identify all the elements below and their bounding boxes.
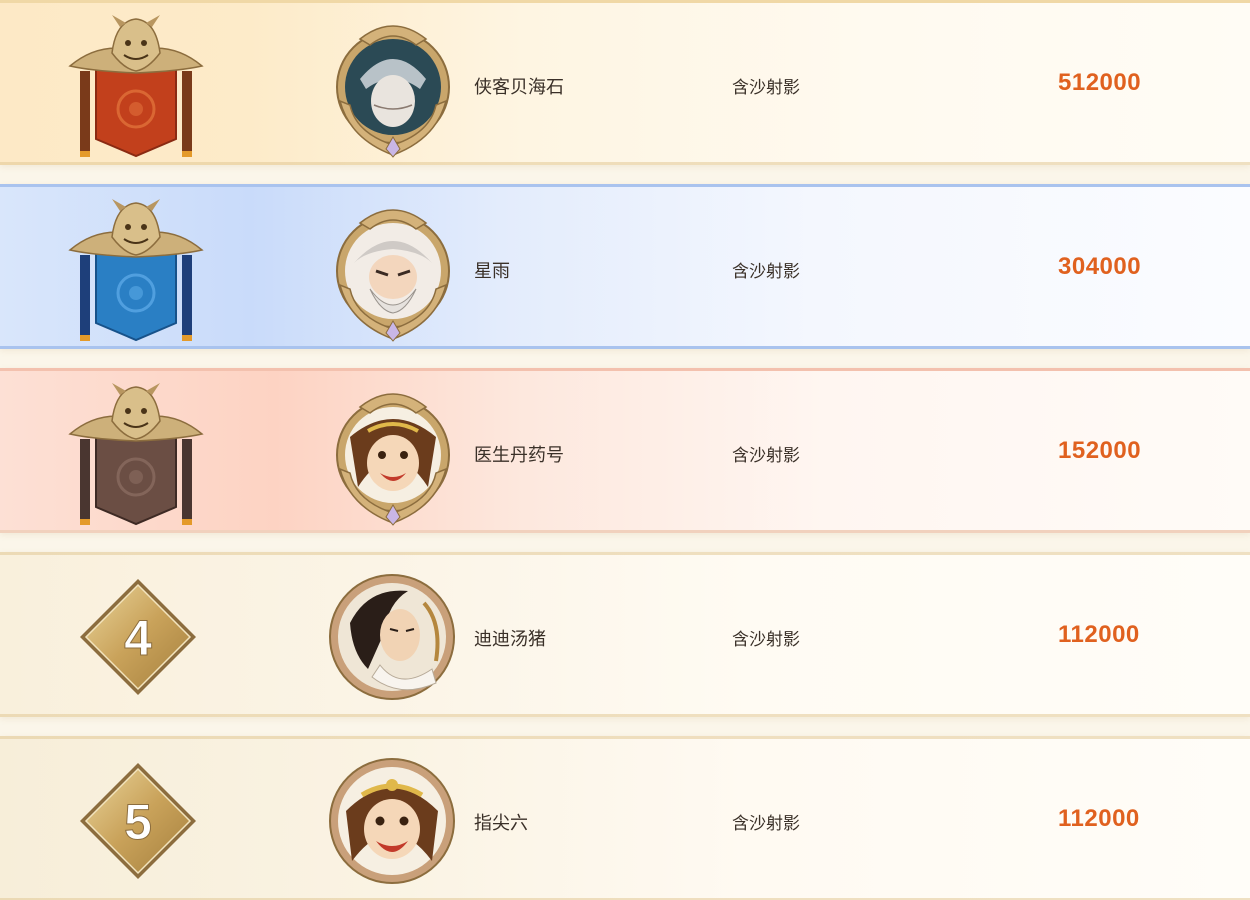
dragon-banner-brown-icon xyxy=(68,383,204,526)
player-name: 星雨 xyxy=(474,261,510,282)
player-score: 152000 xyxy=(1058,437,1142,464)
player-name: 迪迪汤猪 xyxy=(474,629,546,650)
player-score: 112000 xyxy=(1058,805,1140,832)
leaderboard: 侠客贝海石 含沙射影 512000 星雨 含沙射影 304000 医生丹药号 含… xyxy=(0,0,1250,900)
player-score: 112000 xyxy=(1058,621,1140,648)
player-score: 304000 xyxy=(1058,253,1142,280)
player-name: 指尖六 xyxy=(474,813,528,834)
rank-diamond-icon: 4 xyxy=(80,579,196,695)
dragon-banner-red-icon xyxy=(68,15,204,158)
leaderboard-row-1: 侠客贝海石 含沙射影 512000 xyxy=(0,0,1250,165)
leaderboard-row-2: 星雨 含沙射影 304000 xyxy=(0,184,1250,349)
server-name: 含沙射影 xyxy=(732,814,800,834)
rank-diamond-icon: 5 xyxy=(80,763,196,879)
server-name: 含沙射影 xyxy=(732,446,800,466)
server-name: 含沙射影 xyxy=(732,262,800,282)
player-name: 侠客贝海石 xyxy=(474,77,564,98)
dragon-banner-blue-icon xyxy=(68,199,204,342)
player-avatar-1 xyxy=(336,25,450,158)
player-avatar-2 xyxy=(336,209,450,342)
player-avatar-3 xyxy=(336,393,450,526)
leaderboard-row-4: 4 迪迪汤猪 含沙射影 112000 xyxy=(0,552,1250,717)
server-name: 含沙射影 xyxy=(732,630,800,650)
rank-number: 5 xyxy=(124,794,152,850)
player-name: 医生丹药号 xyxy=(474,445,564,466)
rank-number: 4 xyxy=(124,610,152,666)
leaderboard-row-5: 5 指尖六 含沙射影 112000 xyxy=(0,736,1250,900)
leaderboard-row-3: 医生丹药号 含沙射影 152000 xyxy=(0,368,1250,533)
player-score: 512000 xyxy=(1058,69,1142,96)
player-avatar-4 xyxy=(329,574,455,700)
server-name: 含沙射影 xyxy=(732,78,800,98)
player-avatar-5 xyxy=(329,758,455,884)
